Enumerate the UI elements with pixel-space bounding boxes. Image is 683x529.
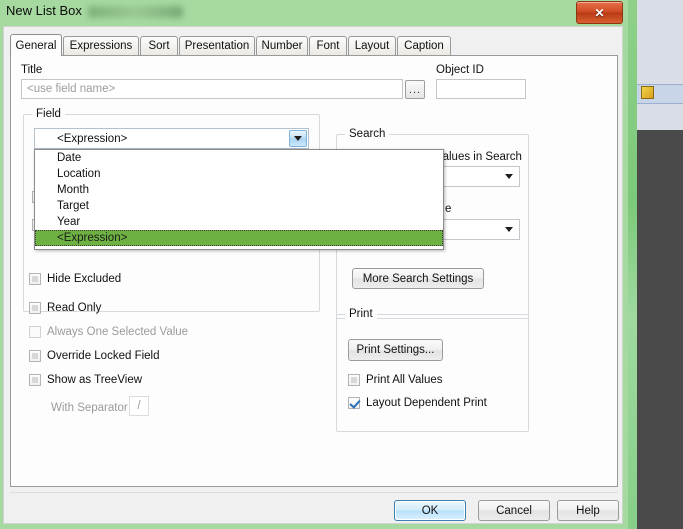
window-title: New List Box	[6, 3, 82, 18]
checkbox-show-as-treeview[interactable]: Show as TreeView	[29, 374, 142, 386]
chevron-down-icon[interactable]	[500, 168, 518, 185]
object-id-input[interactable]	[436, 79, 526, 99]
close-icon: ✕	[594, 5, 605, 20]
checkbox-box	[29, 374, 41, 386]
checkbox-override-locked-field[interactable]: Override Locked Field	[29, 350, 160, 362]
with-separator-label: With Separator	[51, 402, 128, 414]
close-button[interactable]: ✕	[576, 1, 623, 24]
dropdown-item[interactable]: Target	[35, 198, 443, 214]
checkbox-read-only[interactable]: Read Only	[29, 302, 101, 314]
desktop-gray-area	[637, 130, 683, 529]
print-group: Print	[336, 308, 529, 432]
print-group-label: Print	[345, 308, 377, 320]
separator-input: /	[129, 396, 149, 416]
desktop-right-panel	[637, 0, 683, 130]
checkbox-label: Override Locked Field	[47, 350, 160, 362]
title-bar: New List Box ✕	[0, 0, 628, 26]
more-search-settings-button[interactable]: More Search Settings	[352, 268, 484, 289]
tab-general[interactable]: General	[10, 34, 62, 56]
checkbox-hide-excluded[interactable]: Hide Excluded	[29, 273, 121, 285]
dropdown-item[interactable]: Year	[35, 214, 443, 230]
checkbox-box	[348, 397, 360, 409]
dropdown-item[interactable]: Month	[35, 182, 443, 198]
ok-button[interactable]: OK	[394, 500, 466, 521]
search-mode-label-fragment: e	[445, 203, 452, 215]
dropdown-item[interactable]: Location	[35, 166, 443, 182]
dropdown-item[interactable]: Date	[35, 150, 443, 166]
checkbox-layout-dependent-print[interactable]: Layout Dependent Print	[348, 397, 487, 409]
checkbox-label: Layout Dependent Print	[366, 397, 487, 409]
checkbox-print-all-values[interactable]: Print All Values	[348, 374, 443, 386]
title-input-placeholder: <use field name>	[27, 83, 116, 95]
tab-presentation[interactable]: Presentation	[179, 36, 255, 55]
field-dropdown-list[interactable]: Date Location Month Target Year <Expression>	[34, 149, 444, 250]
tab-expressions[interactable]: Expressions	[63, 36, 139, 55]
desktop-file-icon	[641, 86, 654, 99]
field-combobox-value: <Expression>	[57, 132, 128, 145]
print-settings-button[interactable]: Print Settings...	[348, 339, 443, 361]
tab-sort[interactable]: Sort	[140, 36, 178, 55]
checkbox-label: Hide Excluded	[47, 273, 122, 285]
help-button[interactable]: Help	[557, 500, 619, 521]
checkbox-label: Print All Values	[366, 374, 443, 386]
checkbox-label: Show as TreeView	[47, 374, 143, 386]
chevron-down-icon[interactable]	[500, 221, 518, 238]
checkbox-box	[348, 374, 360, 386]
checkbox-always-one-selected-value: Always One Selected Value	[29, 326, 188, 338]
screen: New List Box ✕ General Expressions Sort Pre…	[0, 0, 683, 529]
search-group-label: Search	[345, 128, 390, 140]
field-combobox[interactable]: <Expression>	[34, 128, 309, 149]
title-bar-blurred-text	[88, 6, 183, 18]
tab-strip: General Expressions Sort Presentation Number…	[10, 34, 618, 56]
checkbox-label: Always One Selected Value	[47, 326, 189, 338]
cancel-button[interactable]: Cancel	[478, 500, 550, 521]
chevron-down-icon[interactable]	[289, 130, 307, 147]
dropdown-item[interactable]: <Expression>	[35, 230, 443, 246]
tab-font[interactable]: Font	[309, 36, 347, 55]
tab-number[interactable]: Number	[256, 36, 308, 55]
checkbox-box	[29, 350, 41, 362]
tab-layout[interactable]: Layout	[348, 36, 396, 55]
general-tab-page: Title <use field name> ... Object ID Fie…	[10, 56, 618, 487]
checkbox-box	[29, 273, 41, 285]
separator-value: /	[137, 400, 141, 412]
title-expression-button[interactable]: ...	[405, 80, 425, 99]
new-list-box-dialog: New List Box ✕ General Expressions Sort Pre…	[0, 0, 628, 529]
checkbox-box	[29, 302, 41, 314]
field-group-label: Field	[32, 108, 65, 120]
object-id-label: Object ID	[436, 64, 484, 76]
tab-caption[interactable]: Caption	[397, 36, 451, 55]
checkbox-box	[29, 326, 41, 338]
checkbox-label: Read Only	[47, 302, 102, 314]
title-label: Title	[21, 64, 43, 76]
dialog-client-area: General Expressions Sort Presentation Number…	[3, 26, 623, 524]
title-input[interactable]: <use field name>	[21, 79, 403, 99]
footer-separator	[10, 492, 618, 493]
